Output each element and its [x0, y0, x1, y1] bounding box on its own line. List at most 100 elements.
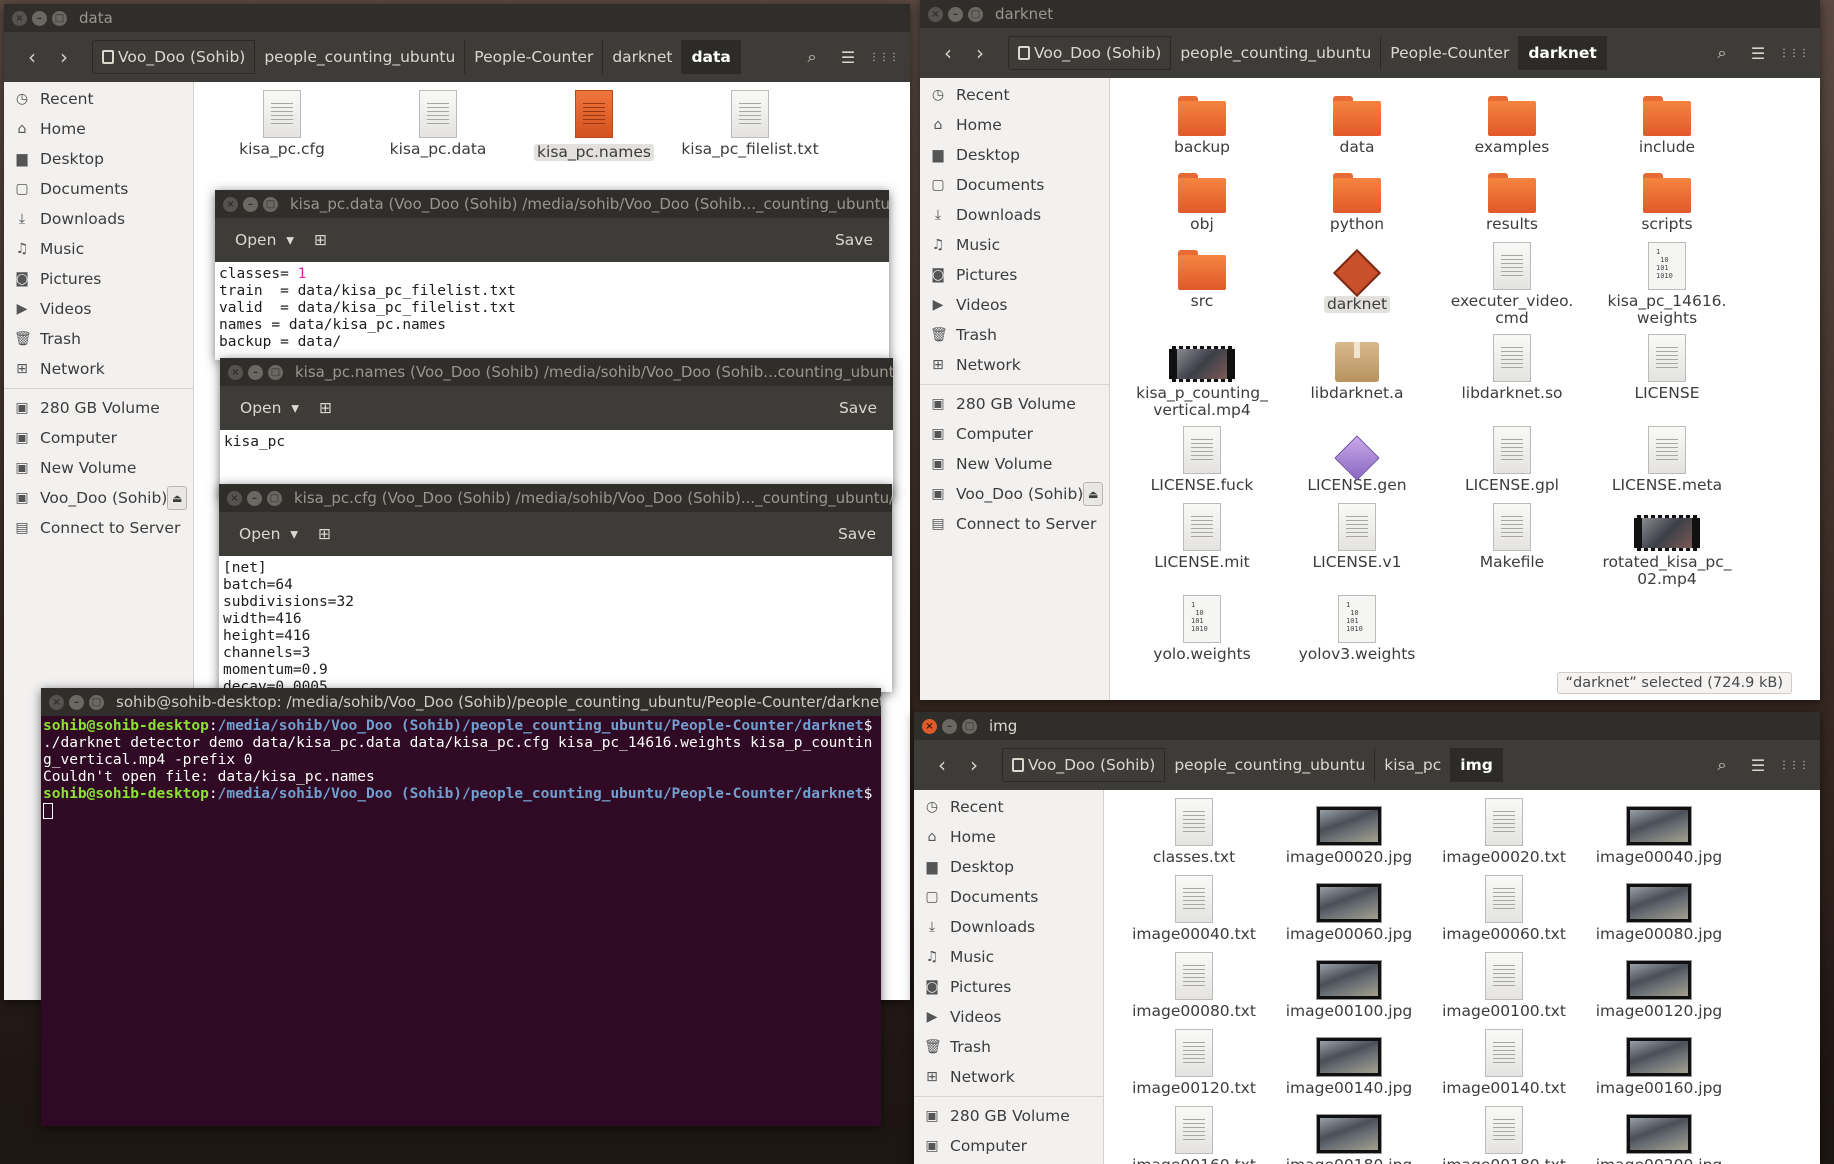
- sidebar-item-videos[interactable]: ▶ Videos: [914, 1002, 1103, 1032]
- file-item[interactable]: 1 10 101 1010 kisa_pc_14616. weights: [1592, 238, 1742, 327]
- search-icon[interactable]: ⌕: [1706, 748, 1738, 782]
- file-item[interactable]: examples: [1437, 84, 1587, 156]
- new-document-icon[interactable]: ⊞: [309, 391, 342, 425]
- forward-icon[interactable]: ›: [964, 36, 996, 70]
- grid-view-icon[interactable]: ⋮⋮⋮: [1778, 748, 1810, 782]
- files-window-darknet[interactable]: × – □ darknet ‹ › Voo_Doo (Sohib) people_…: [920, 0, 1820, 700]
- file-item[interactable]: image00140.jpg: [1274, 1025, 1424, 1097]
- sidebar-item-trash[interactable]: 🗑 Trash: [4, 324, 193, 354]
- terminal-window[interactable]: × – □ sohib@sohib-desktop: /media/sohib/…: [41, 688, 881, 1126]
- back-icon[interactable]: ‹: [932, 36, 964, 70]
- open-button[interactable]: Open ▾: [225, 223, 304, 257]
- save-button[interactable]: Save: [835, 223, 873, 257]
- maximize-icon[interactable]: □: [52, 10, 67, 26]
- breadcrumb-item[interactable]: kisa_pc: [1375, 748, 1452, 782]
- sidebar-item-280-gb-volume[interactable]: ▣ 280 GB Volume: [914, 1101, 1103, 1131]
- close-icon[interactable]: ×: [922, 718, 937, 734]
- open-button[interactable]: Open ▾: [229, 517, 308, 551]
- sidebar-item-music[interactable]: ♫ Music: [920, 230, 1109, 260]
- sidebar-item-network[interactable]: ⊞ Network: [914, 1062, 1103, 1092]
- search-icon[interactable]: ⌕: [1706, 36, 1738, 70]
- gedit-window-kisa-pc-data[interactable]: × – □ kisa_pc.data (Voo_Doo (Sohib) /med…: [215, 190, 889, 360]
- file-item[interactable]: image00120.txt: [1119, 1025, 1269, 1097]
- sidebar-item-downloads[interactable]: ⤓ Downloads: [4, 204, 193, 234]
- maximize-icon[interactable]: □: [968, 6, 983, 22]
- maximize-icon[interactable]: □: [268, 364, 283, 380]
- close-icon[interactable]: ×: [12, 10, 27, 26]
- breadcrumb-item[interactable]: darknet: [1519, 36, 1607, 70]
- minimize-icon[interactable]: –: [948, 6, 963, 22]
- sidebar-item-music[interactable]: ♫ Music: [914, 942, 1103, 972]
- sidebar-item-home[interactable]: ⌂ Home: [4, 114, 193, 144]
- file-item[interactable]: image00060.txt: [1429, 871, 1579, 943]
- text-editor[interactable]: classes= 1 train = data/kisa_pc_filelist.…: [215, 262, 889, 360]
- file-item[interactable]: Makefile: [1437, 499, 1587, 571]
- maximize-icon[interactable]: □: [89, 694, 104, 710]
- window-titlebar[interactable]: × – □ kisa_pc.names (Voo_Doo (Sohib) /me…: [220, 358, 893, 386]
- eject-icon[interactable]: ⏏: [1083, 482, 1103, 506]
- file-item[interactable]: results: [1437, 161, 1587, 233]
- file-item[interactable]: image00180.txt: [1429, 1102, 1579, 1164]
- save-button[interactable]: Save: [839, 391, 877, 425]
- breadcrumb-item[interactable]: Voo_Doo (Sohib): [92, 40, 256, 74]
- file-item[interactable]: image00040.jpg: [1584, 794, 1734, 866]
- sidebar-item-computer[interactable]: ▣ Computer: [4, 423, 193, 453]
- maximize-icon[interactable]: □: [267, 490, 282, 506]
- sidebar-item-computer[interactable]: ▣ Computer: [920, 419, 1109, 449]
- file-item[interactable]: backup: [1127, 84, 1277, 156]
- sidebar-item-connect-to-server[interactable]: ▤ Connect to Server: [920, 509, 1109, 539]
- search-icon[interactable]: ⌕: [796, 40, 828, 74]
- sidebar-item-videos[interactable]: ▶ Videos: [920, 290, 1109, 320]
- close-icon[interactable]: ×: [49, 694, 64, 710]
- file-item[interactable]: kisa_pc.names: [519, 86, 669, 161]
- new-document-icon[interactable]: ⊞: [308, 517, 341, 551]
- breadcrumb-item[interactable]: People-Counter: [1381, 36, 1520, 70]
- file-item[interactable]: kisa_pc_filelist.txt: [675, 86, 825, 158]
- text-editor[interactable]: [net] batch=64 subdivisions=32 width=416 hei…: [219, 556, 892, 692]
- minimize-icon[interactable]: –: [247, 490, 262, 506]
- file-item[interactable]: 1 10 101 1010 yolo.weights: [1127, 591, 1277, 663]
- file-item[interactable]: LICENSE.mit: [1127, 499, 1277, 571]
- file-item[interactable]: image00100.txt: [1429, 948, 1579, 1020]
- back-icon[interactable]: ‹: [16, 40, 48, 74]
- file-item[interactable]: libdarknet.a: [1282, 330, 1432, 402]
- grid-view-icon[interactable]: ⋮⋮⋮: [1778, 36, 1810, 70]
- sidebar-item-network[interactable]: ⊞ Network: [920, 350, 1109, 380]
- file-item[interactable]: kisa_p_counting_ vertical.mp4: [1127, 330, 1277, 419]
- sidebar-item-downloads[interactable]: ⤓ Downloads: [920, 200, 1109, 230]
- file-item[interactable]: LICENSE: [1592, 330, 1742, 402]
- close-icon[interactable]: ×: [928, 6, 943, 22]
- forward-icon[interactable]: ›: [958, 748, 990, 782]
- gedit-window-kisa-pc-names[interactable]: × – □ kisa_pc.names (Voo_Doo (Sohib) /me…: [220, 358, 893, 498]
- sidebar-item-voo-doo-sohib[interactable]: ▣ Voo_Doo (Sohib) ⏏: [920, 479, 1109, 509]
- file-item[interactable]: image00180.jpg: [1274, 1102, 1424, 1164]
- window-titlebar[interactable]: × – □ sohib@sohib-desktop: /media/sohib/…: [41, 688, 881, 716]
- sidebar-item-recent[interactable]: ◷ Recent: [920, 80, 1109, 110]
- file-item[interactable]: kisa_pc.data: [363, 86, 513, 158]
- save-button[interactable]: Save: [838, 517, 876, 551]
- file-item[interactable]: data: [1282, 84, 1432, 156]
- sidebar-item-trash[interactable]: 🗑 Trash: [920, 320, 1109, 350]
- sidebar-item-music[interactable]: ♫ Music: [4, 234, 193, 264]
- window-titlebar[interactable]: × – □ data: [4, 4, 910, 32]
- sidebar-item-new-volume[interactable]: ▣ New Volume: [4, 453, 193, 483]
- open-button[interactable]: Open ▾: [230, 391, 309, 425]
- sidebar-item-280-gb-volume[interactable]: ▣ 280 GB Volume: [4, 393, 193, 423]
- sidebar-item-desktop[interactable]: ▆ Desktop: [914, 852, 1103, 882]
- file-item[interactable]: LICENSE.gen: [1282, 422, 1432, 494]
- close-icon[interactable]: ×: [228, 364, 243, 380]
- close-icon[interactable]: ×: [227, 490, 242, 506]
- eject-icon[interactable]: ⏏: [167, 486, 187, 510]
- file-item[interactable]: image00140.txt: [1429, 1025, 1579, 1097]
- list-view-icon[interactable]: ☰: [1742, 748, 1774, 782]
- breadcrumb-item[interactable]: data: [682, 40, 741, 74]
- file-item[interactable]: LICENSE.v1: [1282, 499, 1432, 571]
- window-titlebar[interactable]: × – □ darknet: [920, 0, 1820, 28]
- file-item[interactable]: libdarknet.so: [1437, 330, 1587, 402]
- file-item[interactable]: image00160.jpg: [1584, 1025, 1734, 1097]
- file-item[interactable]: darknet: [1282, 238, 1432, 313]
- sidebar-item-desktop[interactable]: ▆ Desktop: [920, 140, 1109, 170]
- file-item[interactable]: classes.txt: [1119, 794, 1269, 866]
- file-item[interactable]: kisa_pc.cfg: [207, 86, 357, 158]
- sidebar-item-pictures[interactable]: ◙ Pictures: [920, 260, 1109, 290]
